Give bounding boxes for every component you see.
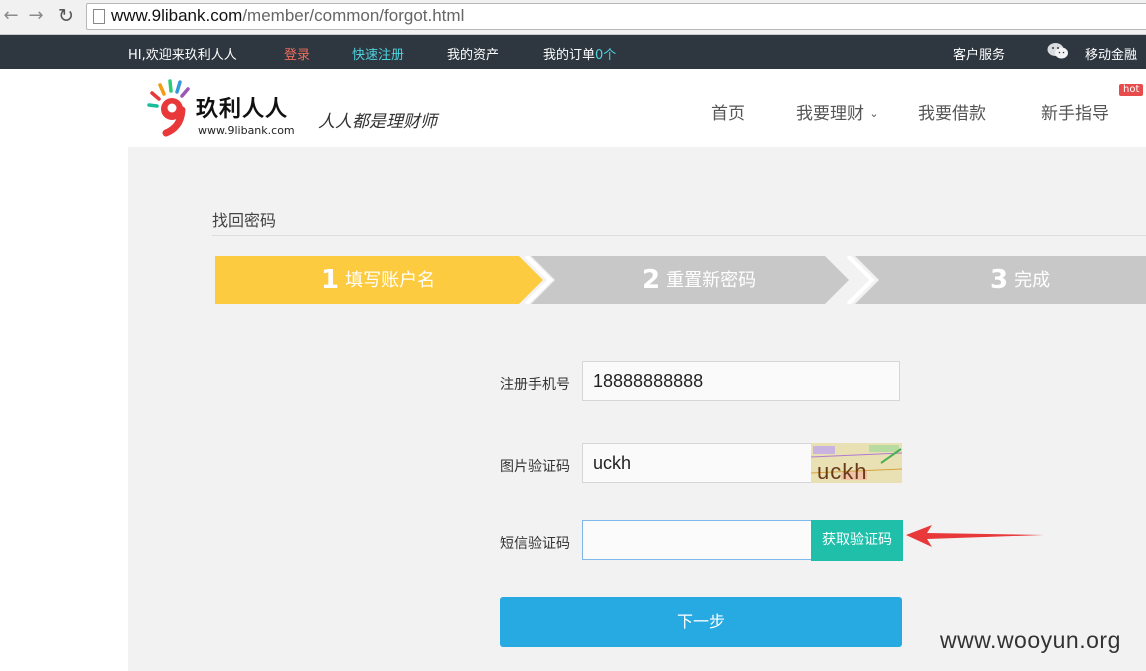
watermark: www.wooyun.org: [940, 627, 1121, 653]
phone-label: 注册手机号: [500, 377, 570, 393]
sms-code-field[interactable]: [582, 520, 812, 560]
my-orders-label: 我的订单: [543, 48, 596, 63]
image-code-field[interactable]: uckh: [582, 443, 812, 483]
step-3-number: 3: [990, 265, 1009, 295]
orders-count: 0个: [595, 48, 617, 63]
my-orders-link[interactable]: 我的订单0个: [543, 44, 616, 63]
login-link[interactable]: 登录: [284, 44, 310, 63]
main-content: 找回密码 1 填写账户名 2 重置新密码 3 完成 注册手机号 18888888888…: [128, 147, 1146, 671]
wechat-icon[interactable]: [1047, 42, 1069, 60]
annotation-arrow-icon: [906, 525, 1044, 547]
next-step-button[interactable]: 下一步: [500, 597, 902, 647]
progress-steps: 1 填写账户名 2 重置新密码 3 完成: [215, 256, 1146, 304]
mobile-finance-link[interactable]: 移动金融: [1085, 44, 1137, 63]
step-1-number: 1: [321, 265, 340, 295]
site-header: 玖利人人 www.9libank.com 人人都是理财师 首页 我要理财 ⌄ 我…: [0, 69, 1146, 147]
forward-arrow-icon[interactable]: →: [25, 5, 47, 27]
register-link[interactable]: 快速注册: [352, 44, 404, 63]
nav-invest-label: 我要理财: [796, 104, 864, 124]
nav-guide[interactable]: 新手指导: [1041, 99, 1109, 124]
url-host: www.9libank.com: [111, 6, 243, 25]
logo-slogan: 人人都是理财师: [318, 112, 437, 132]
sms-code-label: 短信验证码: [500, 536, 570, 552]
captcha-text: uckh: [817, 459, 867, 483]
step-1: 1 填写账户名: [321, 256, 435, 304]
page-title: 找回密码: [212, 211, 277, 230]
my-assets-link[interactable]: 我的资产: [447, 44, 499, 63]
browser-toolbar: ← → ↻ www.9libank.com/member/common/forg…: [0, 0, 1146, 35]
nav-invest[interactable]: 我要理财 ⌄: [796, 99, 879, 124]
logo-title: 玖利人人: [196, 97, 289, 122]
url-text[interactable]: www.9libank.com/member/common/forgot.htm…: [111, 6, 464, 26]
site-top-bar: HI,欢迎来玖利人人 登录 快速注册 我的资产 我的订单0个 客户服务 移动金融: [0, 35, 1146, 69]
title-divider: [212, 235, 1146, 236]
step-2-label: 重置新密码: [666, 270, 757, 291]
hot-badge: hot: [1119, 84, 1144, 96]
step-3-label: 完成: [1014, 270, 1051, 291]
nav-home[interactable]: 首页: [711, 99, 745, 124]
captcha-image[interactable]: uckh: [811, 443, 902, 483]
address-bar[interactable]: www.9libank.com/member/common/forgot.htm…: [86, 3, 1146, 30]
chevron-down-icon: ⌄: [869, 107, 879, 120]
step-1-label: 填写账户名: [345, 270, 436, 291]
step-2: 2 重置新密码: [642, 256, 756, 304]
phone-field[interactable]: 18888888888: [582, 361, 900, 401]
step-2-number: 2: [642, 265, 661, 295]
step-3: 3 完成: [990, 256, 1050, 304]
back-arrow-icon[interactable]: ←: [0, 5, 22, 27]
logo-url: www.9libank.com: [198, 124, 295, 137]
url-path: /member/common/forgot.html: [242, 6, 465, 25]
reload-icon[interactable]: ↻: [55, 5, 77, 27]
nav-borrow[interactable]: 我要借款: [918, 99, 986, 124]
image-code-label: 图片验证码: [500, 459, 570, 475]
customer-service-link[interactable]: 客户服务: [953, 44, 1005, 63]
page-icon: [93, 9, 105, 24]
welcome-text: HI,欢迎来玖利人人: [128, 48, 237, 63]
get-sms-code-button[interactable]: 获取验证码: [811, 520, 903, 561]
